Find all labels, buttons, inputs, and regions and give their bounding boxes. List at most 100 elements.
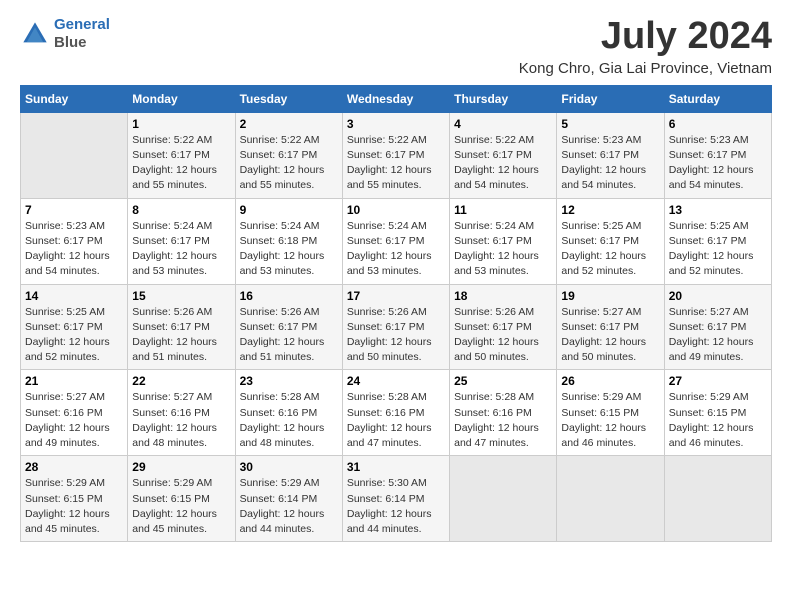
day-info: Sunrise: 5:24 AMSunset: 6:17 PMDaylight:… <box>132 219 230 280</box>
page-header: General Blue July 2024 Kong Chro, Gia La… <box>20 16 772 77</box>
day-number: 23 <box>240 374 338 388</box>
calendar-cell: 6 Sunrise: 5:23 AMSunset: 6:17 PMDaylight… <box>664 112 771 198</box>
calendar-cell: 19Sunrise: 5:27 AMSunset: 6:17 PMDayligh… <box>557 284 664 370</box>
day-info: Sunrise: 5:27 AMSunset: 6:17 PMDaylight:… <box>561 305 659 366</box>
day-number: 29 <box>132 460 230 474</box>
calendar-cell <box>21 112 128 198</box>
day-number: 8 <box>132 203 230 217</box>
calendar-cell: 26 Sunrise: 5:29 AMSunset: 6:15 PMDayligh… <box>557 370 664 456</box>
day-number: 9 <box>240 203 338 217</box>
day-header-friday: Friday <box>557 85 664 112</box>
day-header-tuesday: Tuesday <box>235 85 342 112</box>
calendar-cell: 22 Sunrise: 5:27 AMSunset: 6:16 PMDayligh… <box>128 370 235 456</box>
calendar-cell: 11 Sunrise: 5:24 AMSunset: 6:17 PMDayligh… <box>450 198 557 284</box>
day-header-sunday: Sunday <box>21 85 128 112</box>
calendar-cell: 30Sunrise: 5:29 AMSunset: 6:14 PMDayligh… <box>235 456 342 542</box>
day-number: 1 <box>132 117 230 131</box>
day-info: Sunrise: 5:26 AMSunset: 6:17 PMDaylight:… <box>347 305 445 366</box>
calendar-cell: 17 Sunrise: 5:26 AMSunset: 6:17 PMDayligh… <box>342 284 449 370</box>
logo-text: General Blue <box>54 16 110 52</box>
day-info: Sunrise: 5:27 AMSunset: 6:17 PMDaylight:… <box>669 305 767 366</box>
day-info: Sunrise: 5:28 AMSunset: 6:16 PMDaylight:… <box>347 390 445 451</box>
calendar-cell: 14 Sunrise: 5:25 AMSunset: 6:17 PMDayligh… <box>21 284 128 370</box>
calendar-week-row: 1 Sunrise: 5:22 AMSunset: 6:17 PMDaylight… <box>21 112 772 198</box>
calendar-cell: 12 Sunrise: 5:25 AMSunset: 6:17 PMDayligh… <box>557 198 664 284</box>
calendar-cell: 23Sunrise: 5:28 AMSunset: 6:16 PMDayligh… <box>235 370 342 456</box>
calendar-cell: 9 Sunrise: 5:24 AMSunset: 6:18 PMDaylight… <box>235 198 342 284</box>
day-info: Sunrise: 5:25 AMSunset: 6:17 PMDaylight:… <box>561 219 659 280</box>
day-header-monday: Monday <box>128 85 235 112</box>
logo: General Blue <box>20 16 110 52</box>
day-number: 22 <box>132 374 230 388</box>
day-info: Sunrise: 5:23 AMSunset: 6:17 PMDaylight:… <box>25 219 123 280</box>
logo-icon <box>20 19 50 49</box>
day-info: Sunrise: 5:27 AMSunset: 6:16 PMDaylight:… <box>132 390 230 451</box>
day-number: 13 <box>669 203 767 217</box>
day-number: 3 <box>347 117 445 131</box>
day-number: 15 <box>132 289 230 303</box>
day-number: 11 <box>454 203 552 217</box>
day-number: 7 <box>25 203 123 217</box>
calendar-cell: 15 Sunrise: 5:26 AMSunset: 6:17 PMDayligh… <box>128 284 235 370</box>
day-header-thursday: Thursday <box>450 85 557 112</box>
day-info: Sunrise: 5:24 AMSunset: 6:17 PMDaylight:… <box>347 219 445 280</box>
calendar-cell: 20 Sunrise: 5:27 AMSunset: 6:17 PMDayligh… <box>664 284 771 370</box>
calendar-week-row: 7 Sunrise: 5:23 AMSunset: 6:17 PMDaylight… <box>21 198 772 284</box>
calendar-cell: 21 Sunrise: 5:27 AMSunset: 6:16 PMDayligh… <box>21 370 128 456</box>
day-header-saturday: Saturday <box>664 85 771 112</box>
day-number: 6 <box>669 117 767 131</box>
day-info: Sunrise: 5:29 AMSunset: 6:15 PMDaylight:… <box>25 476 123 537</box>
day-number: 26 <box>561 374 659 388</box>
day-number: 18 <box>454 289 552 303</box>
day-info: Sunrise: 5:23 AMSunset: 6:17 PMDaylight:… <box>561 133 659 194</box>
day-info: Sunrise: 5:28 AMSunset: 6:16 PMDaylight:… <box>454 390 552 451</box>
day-info: Sunrise: 5:29 AMSunset: 6:15 PMDaylight:… <box>132 476 230 537</box>
day-info: Sunrise: 5:24 AMSunset: 6:18 PMDaylight:… <box>240 219 338 280</box>
calendar-table: SundayMondayTuesdayWednesdayThursdayFrid… <box>20 85 772 542</box>
calendar-cell <box>557 456 664 542</box>
day-info: Sunrise: 5:26 AMSunset: 6:17 PMDaylight:… <box>240 305 338 366</box>
calendar-cell: 13 Sunrise: 5:25 AMSunset: 6:17 PMDayligh… <box>664 198 771 284</box>
day-number: 21 <box>25 374 123 388</box>
day-info: Sunrise: 5:22 AMSunset: 6:17 PMDaylight:… <box>347 133 445 194</box>
calendar-cell: 24 Sunrise: 5:28 AMSunset: 6:16 PMDayligh… <box>342 370 449 456</box>
day-info: Sunrise: 5:23 AMSunset: 6:17 PMDaylight:… <box>669 133 767 194</box>
calendar-cell: 16 Sunrise: 5:26 AMSunset: 6:17 PMDayligh… <box>235 284 342 370</box>
day-number: 12 <box>561 203 659 217</box>
day-number: 14 <box>25 289 123 303</box>
day-info: Sunrise: 5:27 AMSunset: 6:16 PMDaylight:… <box>25 390 123 451</box>
day-number: 16 <box>240 289 338 303</box>
day-info: Sunrise: 5:29 AMSunset: 6:15 PMDaylight:… <box>669 390 767 451</box>
day-number: 25 <box>454 374 552 388</box>
calendar-cell: 1Sunrise: 5:22 AMSunset: 6:17 PMDaylight… <box>128 112 235 198</box>
day-info: Sunrise: 5:26 AMSunset: 6:17 PMDaylight:… <box>454 305 552 366</box>
day-info: Sunrise: 5:24 AMSunset: 6:17 PMDaylight:… <box>454 219 552 280</box>
day-number: 17 <box>347 289 445 303</box>
main-title: July 2024 <box>519 16 772 58</box>
calendar-cell <box>450 456 557 542</box>
calendar-cell: 8 Sunrise: 5:24 AMSunset: 6:17 PMDaylight… <box>128 198 235 284</box>
day-info: Sunrise: 5:25 AMSunset: 6:17 PMDaylight:… <box>25 305 123 366</box>
calendar-cell: 3 Sunrise: 5:22 AMSunset: 6:17 PMDaylight… <box>342 112 449 198</box>
calendar-week-row: 14 Sunrise: 5:25 AMSunset: 6:17 PMDayligh… <box>21 284 772 370</box>
calendar-cell: 28 Sunrise: 5:29 AMSunset: 6:15 PMDayligh… <box>21 456 128 542</box>
calendar-cell: 4Sunrise: 5:22 AMSunset: 6:17 PMDaylight… <box>450 112 557 198</box>
title-block: July 2024 Kong Chro, Gia Lai Province, V… <box>519 16 772 77</box>
day-info: Sunrise: 5:29 AMSunset: 6:15 PMDaylight:… <box>561 390 659 451</box>
day-number: 31 <box>347 460 445 474</box>
day-info: Sunrise: 5:22 AMSunset: 6:17 PMDaylight:… <box>240 133 338 194</box>
day-number: 20 <box>669 289 767 303</box>
day-number: 27 <box>669 374 767 388</box>
calendar-week-row: 28 Sunrise: 5:29 AMSunset: 6:15 PMDayligh… <box>21 456 772 542</box>
calendar-cell: 5Sunrise: 5:23 AMSunset: 6:17 PMDaylight… <box>557 112 664 198</box>
calendar-cell: 18 Sunrise: 5:26 AMSunset: 6:17 PMDayligh… <box>450 284 557 370</box>
day-number: 2 <box>240 117 338 131</box>
day-info: Sunrise: 5:26 AMSunset: 6:17 PMDaylight:… <box>132 305 230 366</box>
day-number: 24 <box>347 374 445 388</box>
day-info: Sunrise: 5:30 AMSunset: 6:14 PMDaylight:… <box>347 476 445 537</box>
calendar-cell: 27 Sunrise: 5:29 AMSunset: 6:15 PMDayligh… <box>664 370 771 456</box>
calendar-cell: 29 Sunrise: 5:29 AMSunset: 6:15 PMDayligh… <box>128 456 235 542</box>
day-info: Sunrise: 5:25 AMSunset: 6:17 PMDaylight:… <box>669 219 767 280</box>
day-number: 4 <box>454 117 552 131</box>
day-number: 28 <box>25 460 123 474</box>
